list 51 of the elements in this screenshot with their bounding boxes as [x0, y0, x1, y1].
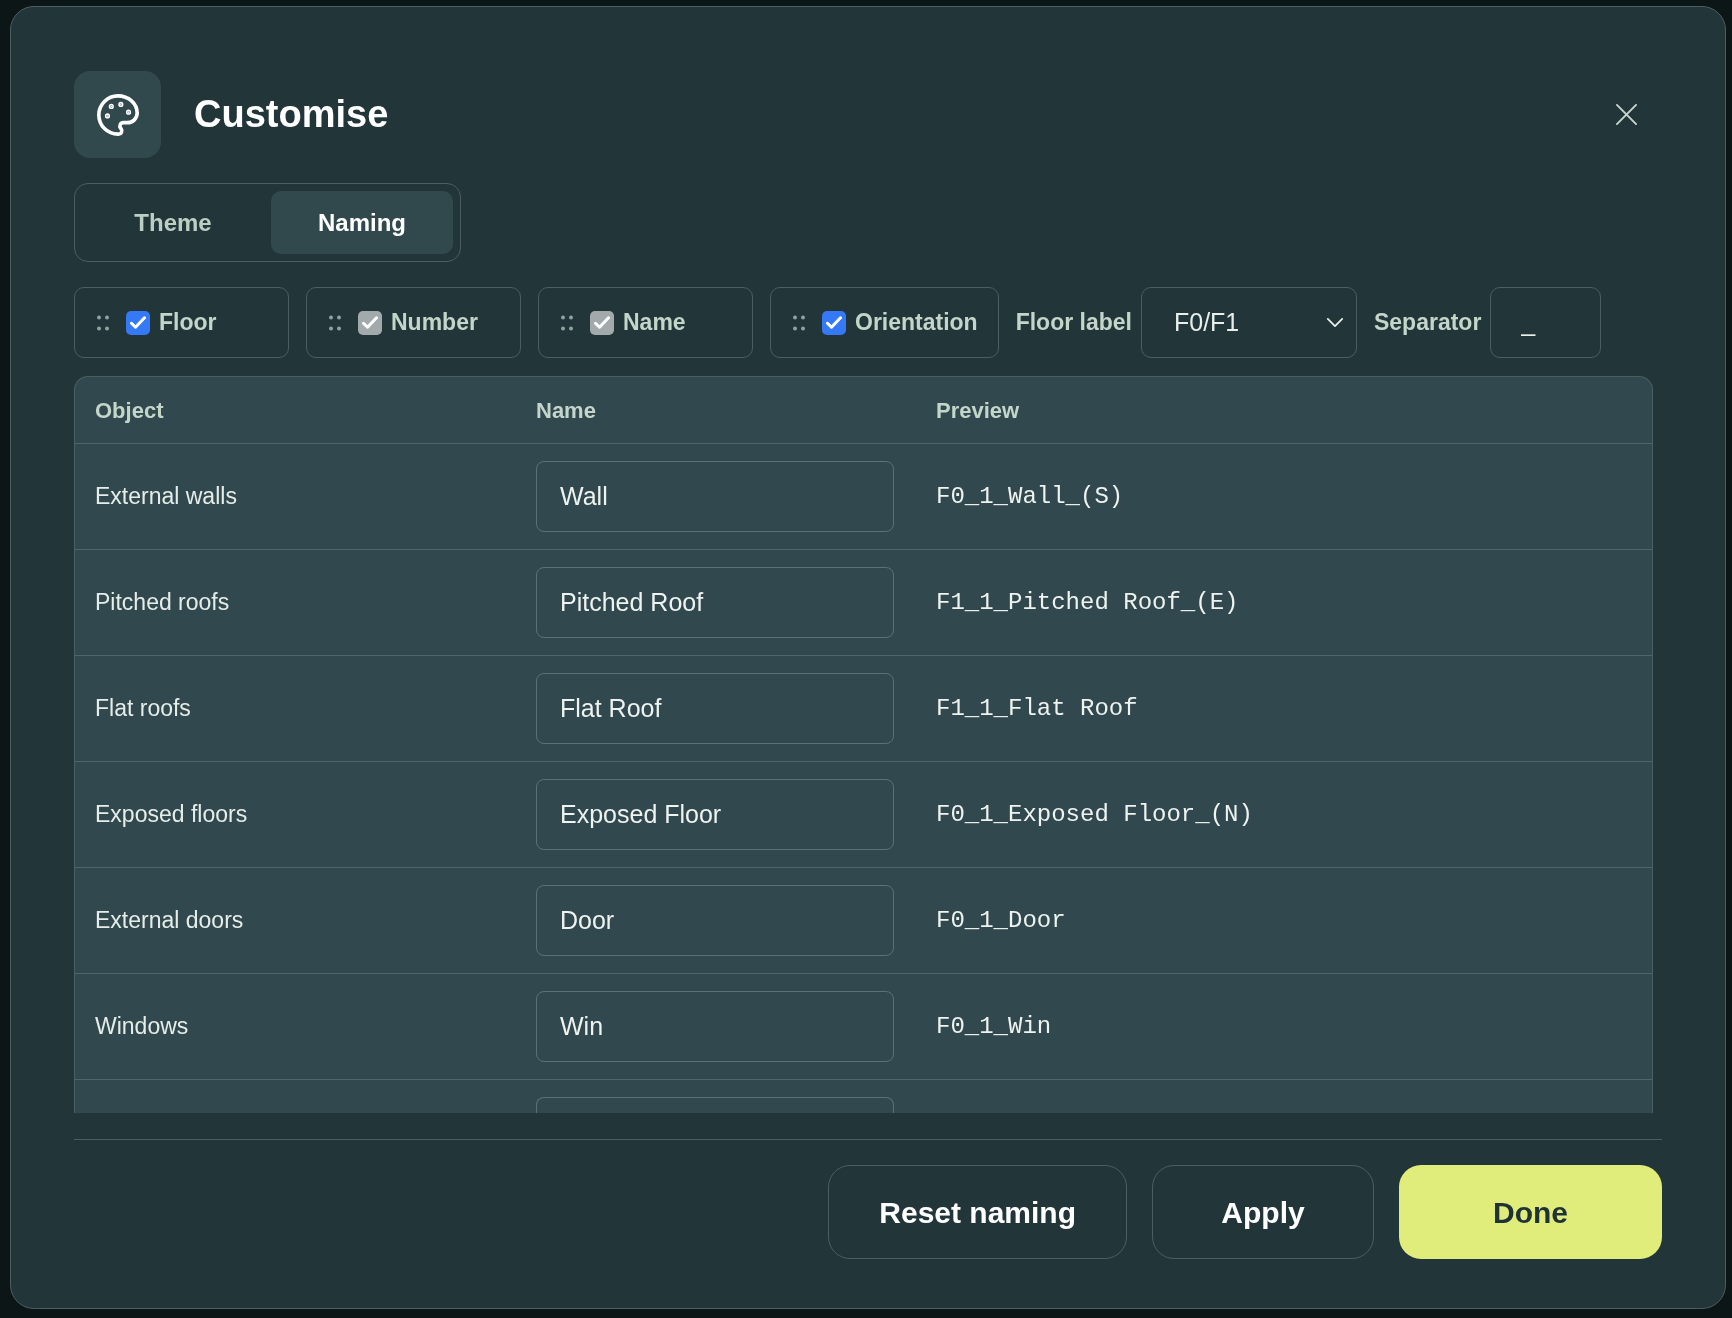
column-header: Object	[95, 396, 164, 425]
drag-handle-icon[interactable]	[97, 314, 109, 331]
table-cell-text: External doors	[95, 906, 244, 936]
tab[interactable]: Theme	[82, 191, 264, 254]
drag-handle-icon[interactable]	[793, 314, 805, 331]
checkbox-label: Orientation	[855, 308, 978, 338]
field-chip[interactable]: Orientation	[770, 287, 999, 358]
column-header: Name	[536, 396, 596, 425]
drag-handle-icon[interactable]	[561, 314, 573, 331]
table-cell-text: Pitched roofs	[95, 588, 230, 618]
check-icon	[826, 316, 842, 329]
secondary-button[interactable]: Reset naming	[828, 1165, 1127, 1259]
preview-cell-text: F1_1_Pitched Roof_(E)	[936, 587, 1239, 618]
name-input[interactable]: Flat Roof	[536, 673, 894, 744]
checkbox[interactable]	[822, 310, 846, 335]
check-icon	[362, 316, 378, 329]
field-chip[interactable]: Floor	[74, 287, 289, 358]
table-cell-text: Exposed floors	[95, 800, 248, 830]
preview-cell-text: F0_1_Win	[936, 1011, 1052, 1042]
separator-input[interactable]: _	[1490, 287, 1602, 358]
tab[interactable]: Naming	[271, 191, 453, 254]
close-icon	[1614, 103, 1638, 126]
floor-label-select[interactable]: F0/F1	[1140, 287, 1357, 358]
name-input[interactable]: Door	[536, 885, 894, 956]
name-input[interactable]: Pitched Roof	[536, 567, 894, 638]
checkbox-label: Floor	[159, 308, 217, 338]
field-label: Floor label	[1015, 308, 1132, 338]
column-header: Preview	[936, 396, 1020, 425]
preview-cell-text: F1_1_Flat Roof	[936, 693, 1138, 724]
check-icon	[130, 316, 146, 329]
checkbox-label: Name	[623, 308, 686, 338]
field-label: Separator	[1373, 308, 1482, 338]
table-cell-text: Flat roofs	[95, 694, 191, 724]
chevron-down-icon	[1325, 317, 1344, 328]
palette-icon	[74, 71, 161, 158]
check-icon	[594, 316, 610, 329]
checkbox[interactable]	[126, 310, 150, 335]
input-field[interactable]	[536, 1097, 894, 1113]
secondary-button[interactable]: Apply	[1152, 1165, 1374, 1259]
name-input[interactable]: Wall	[536, 461, 894, 532]
name-input[interactable]: Exposed Floor	[536, 779, 894, 850]
dialog-title: Customise	[194, 92, 389, 137]
primary-button[interactable]: Done	[1399, 1165, 1662, 1259]
drag-handle-icon[interactable]	[329, 314, 341, 331]
name-input[interactable]: Win	[536, 991, 894, 1062]
preview-cell-text: F0_1_Wall_(S)	[936, 481, 1124, 512]
table-cell-text: External walls	[95, 482, 237, 512]
preview-cell-text: F0_1_Door	[936, 905, 1066, 936]
checkbox-label: Number	[391, 308, 478, 338]
preview-cell-text: F0_1_Exposed Floor_(N)	[936, 799, 1253, 830]
table-cell-text: Windows	[95, 1012, 189, 1042]
